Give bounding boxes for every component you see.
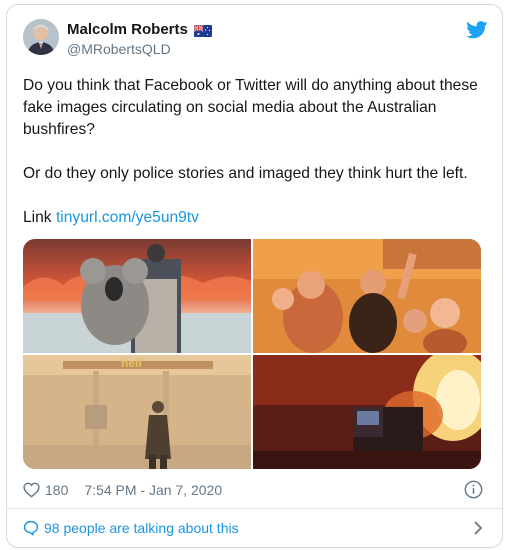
avatar[interactable] — [23, 19, 59, 55]
tweet-link[interactable]: tinyurl.com/ye5un9tv — [56, 209, 199, 226]
link-prefix: Link — [23, 209, 52, 226]
media-smoke-station-image[interactable]: hell — [23, 355, 251, 469]
speech-bubble-icon — [23, 520, 39, 536]
tweet-paragraph-1: Do you think that Facebook or Twitter wi… — [23, 77, 478, 138]
media-firetruck-image[interactable] — [253, 355, 481, 469]
tweet-paragraph-2: Or do they only police stories and image… — [23, 165, 468, 182]
like-count: 180 — [45, 482, 69, 498]
heart-icon[interactable] — [23, 482, 40, 498]
tweet-meta: 180 7:54 PM - Jan 7, 2020 — [23, 479, 483, 501]
author-name-row: Malcolm Roberts — [67, 21, 212, 38]
conversation-label: 98 people are talking about this — [44, 520, 239, 536]
media-overlay-text: hell — [121, 356, 142, 370]
tweet-text: Do you think that Facebook or Twitter wi… — [23, 75, 493, 229]
australian-flag-icon — [193, 23, 212, 37]
conversation-link[interactable]: 98 people are talking about this — [23, 517, 483, 539]
divider — [7, 508, 502, 509]
tweet-link-line: Link tinyurl.com/ye5un9tv — [23, 207, 493, 229]
author-display-name[interactable]: Malcolm Roberts — [67, 21, 188, 38]
author-handle[interactable]: @MRobertsQLD — [67, 41, 171, 57]
tweet-header: Malcolm Roberts @MRobertsQLD — [23, 19, 488, 63]
tweet-timestamp[interactable]: 7:54 PM - Jan 7, 2020 — [84, 482, 222, 498]
media-family-fire-image[interactable] — [253, 239, 481, 353]
media-grid: hell — [23, 239, 481, 469]
media-koala-fire-image[interactable] — [23, 239, 251, 353]
info-icon[interactable] — [464, 480, 483, 499]
chevron-right-icon — [473, 520, 483, 536]
tweet-card: Malcolm Roberts @MRobertsQLD Do you thin… — [6, 4, 503, 548]
twitter-bird-icon[interactable] — [466, 21, 488, 39]
